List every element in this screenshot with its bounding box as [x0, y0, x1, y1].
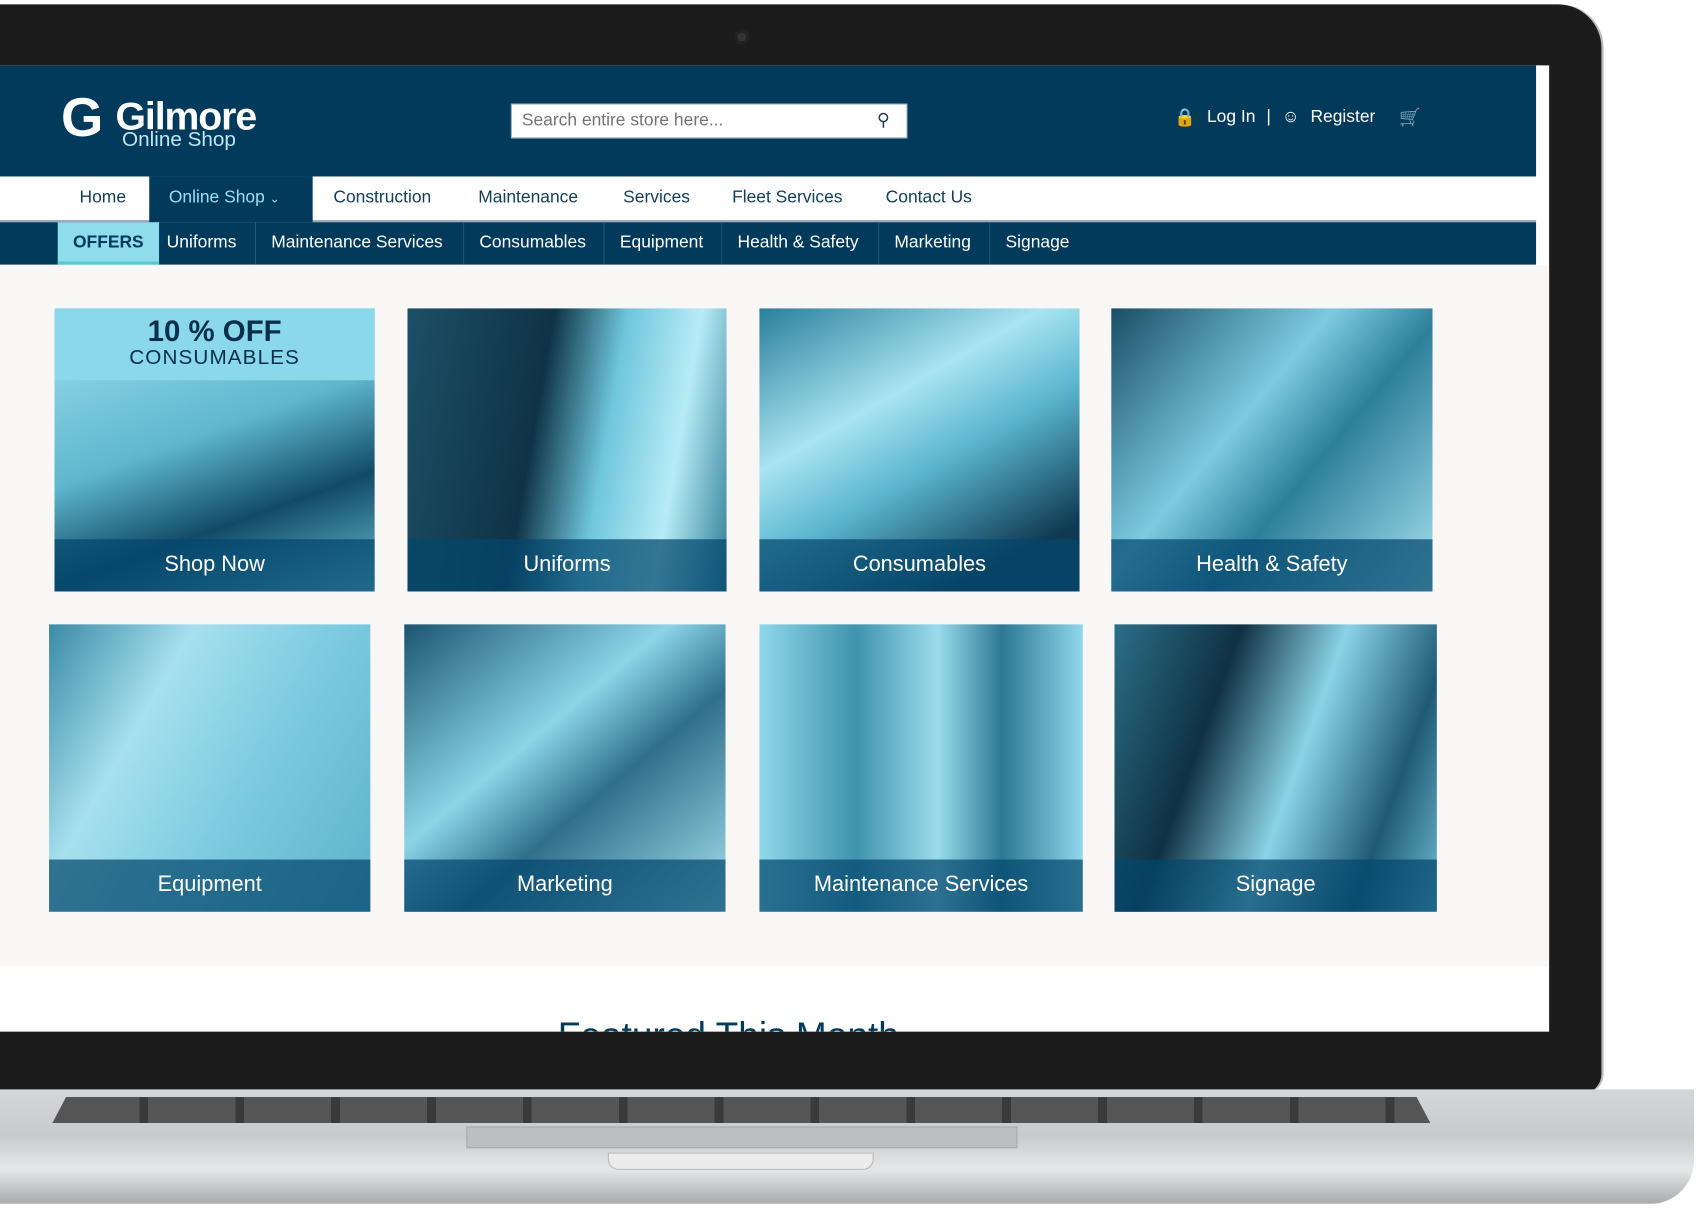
login-link[interactable]: Log In [1207, 108, 1255, 128]
tile-caption: Consumables [759, 539, 1080, 592]
tile-marketing[interactable]: Marketing [404, 624, 726, 912]
webcam [734, 29, 750, 45]
separator: | [1266, 107, 1271, 127]
tile-health-safety[interactable]: Health & Safety [1111, 308, 1433, 592]
logo-mark: G [61, 87, 104, 149]
logo-sub: Online Shop [122, 128, 236, 152]
tile-uniforms[interactable]: Uniforms [407, 308, 727, 592]
laptop-mockup: G Gilmore Online Shop ⚲ 🔒 Log In | ☺ Reg… [0, 0, 1706, 1224]
nav-fleet-services[interactable]: Fleet Services [712, 176, 862, 222]
lock-icon: 🔒 [1174, 108, 1197, 128]
tile-caption: Signage [1114, 859, 1437, 912]
main-nav: Home Online Shop ⌄ Construction Maintena… [0, 176, 1537, 223]
user-icon: ☺ [1281, 107, 1300, 127]
nav-construction[interactable]: Construction [314, 176, 451, 222]
nav-services[interactable]: Services [604, 176, 710, 222]
subnav-signage[interactable]: Signage [989, 222, 1085, 265]
nav-contact-us[interactable]: Contact Us [866, 176, 991, 222]
register-link[interactable]: Register [1310, 108, 1375, 128]
subnav-uniforms[interactable]: Uniforms [151, 222, 251, 264]
tile-maintenance-services[interactable]: Maintenance Services [759, 624, 1083, 912]
lid-notch [607, 1152, 874, 1171]
nav-maintenance[interactable]: Maintenance [459, 176, 598, 222]
search-icon[interactable]: ⚲ [877, 109, 901, 133]
subnav-equipment[interactable]: Equipment [603, 222, 719, 265]
category-grid: 10 % OFF CONSUMABLES Shop Now Uniforms Co… [0, 264, 1550, 967]
laptop-screen: G Gilmore Online Shop ⚲ 🔒 Log In | ☺ Reg… [0, 65, 1550, 1032]
tile-caption: Marketing [404, 859, 726, 912]
promo-banner: 10 % OFF CONSUMABLES [54, 308, 375, 381]
tile-shop-now[interactable]: 10 % OFF CONSUMABLES Shop Now [54, 308, 375, 592]
promo-line2: CONSUMABLES [129, 346, 300, 370]
chevron-down-icon: ⌄ [269, 192, 280, 206]
subnav-offers[interactable]: OFFERS [57, 222, 159, 265]
tile-caption: Shop Now [54, 539, 375, 592]
nav-home[interactable]: Home [60, 176, 146, 222]
subnav-marketing[interactable]: Marketing [878, 222, 986, 265]
tile-caption: Maintenance Services [759, 859, 1083, 912]
keyboard [52, 1097, 1431, 1124]
tile-caption: Health & Safety [1111, 539, 1433, 592]
cart-icon[interactable]: 🛒 [1399, 107, 1421, 129]
nav-online-shop[interactable]: Online Shop ⌄ [149, 176, 313, 223]
tile-caption: Equipment [49, 859, 371, 912]
category-nav: OFFERS Uniforms Maintenance Services Con… [0, 222, 1537, 265]
subnav-maintenance-services[interactable]: Maintenance Services [254, 222, 458, 265]
tile-equipment[interactable]: Equipment [49, 624, 371, 912]
featured-heading: Featured This Month [558, 1015, 899, 1031]
site-header: G Gilmore Online Shop ⚲ 🔒 Log In | ☺ Reg… [0, 65, 1537, 177]
subnav-consumables[interactable]: Consumables [462, 222, 601, 265]
search-input[interactable] [510, 103, 908, 139]
nav-online-shop-label: Online Shop [168, 188, 265, 207]
subnav-health-safety[interactable]: Health & Safety [721, 222, 874, 265]
promo-line1: 10 % OFF [147, 314, 282, 348]
trackpad [466, 1126, 1018, 1149]
tile-consumables[interactable]: Consumables [759, 308, 1080, 592]
tile-signage[interactable]: Signage [1114, 624, 1437, 912]
tile-caption: Uniforms [407, 539, 727, 592]
account-links: 🔒 Log In | ☺ Register 🛒 [1174, 107, 1421, 129]
